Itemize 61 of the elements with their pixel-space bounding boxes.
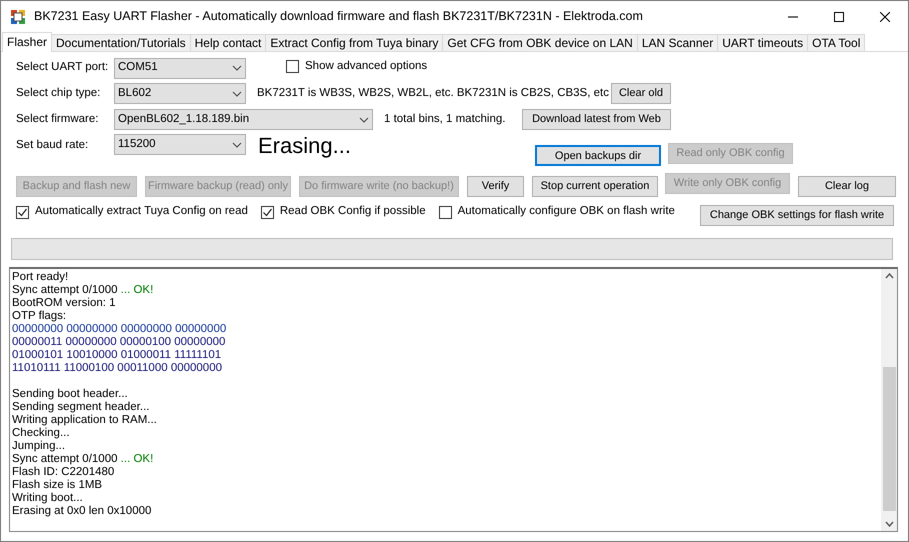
tab[interactable]: Get CFG from OBK device on LAN [442,34,638,51]
log-text: Sync attempt 0/1000 [12,453,118,465]
tab[interactable]: Extract Config from Tuya binary [265,34,444,51]
field-label: Set baud rate: [16,138,90,153]
log-text: 00000011 00000000 00000100 00000000 [12,336,226,348]
field-label: Select chip type: [16,86,102,101]
log-text: BootROM version: 1 [12,297,116,309]
checkbox[interactable] [260,206,274,218]
maximize-icon[interactable] [834,12,844,22]
button[interactable]: Stop current operation [532,176,658,196]
log-text: Sending segment header... [12,401,150,413]
log-text: Erasing at 0x0 len 0x10000 [12,505,152,517]
log-text: ... OK! [120,453,154,465]
dropdown[interactable]: 115200 [114,134,246,155]
log-text: Jumping... [12,440,66,452]
log-text: 11010111 11000100 00011000 00000000 [12,362,222,374]
tab[interactable]: OTA Tool [807,34,866,51]
window-title: BK7231 Easy UART Flasher - Automatically download firmware and flash BK7231T/BK7231N - Elektroda.com [34,8,643,26]
field-label: Select UART port: [16,60,110,76]
tab[interactable]: UART timeouts [717,34,808,51]
log-text: Flash size is 1MB [12,479,102,491]
checkbox-label[interactable]: Read OBK Config if possible [280,203,426,221]
log-text: ... OK! [120,284,154,296]
hint-text: BK7231T is WB3S, WB2S, WB2L, etc. BK7231N is CB2S, CB3S, etc [257,86,609,101]
log-text: Writing boot... [12,492,83,504]
checkbox-label[interactable]: Automatically extract Tuya Config on read [35,203,248,221]
checkbox[interactable] [16,206,29,218]
log-text: OTP flags: [12,310,66,322]
info-text: 1 total bins, 1 matching. [384,112,506,127]
checkmark-icon [17,206,28,218]
tab[interactable]: LAN Scanner [636,34,718,51]
button[interactable]: Change OBK settings for flash write [700,204,894,226]
button[interactable]: Open backups dir [535,145,661,166]
button[interactable]: Download latest from Web [522,109,671,130]
log-text: Checking... [12,427,70,439]
log-text: 00000000 00000000 00000000 00000000 [12,323,226,335]
field-label: Select firmware: [16,112,100,127]
checkbox[interactable] [286,60,299,74]
dropdown[interactable]: COM51 [114,58,246,78]
tab[interactable]: Flasher [2,32,52,52]
dropdown[interactable]: OpenBL602_1.18.189.bin [114,109,373,130]
button[interactable]: Verify [467,176,524,196]
log-text: Writing application to RAM... [12,414,157,426]
dropdown[interactable]: BL602 [114,83,246,104]
checkmark-icon [262,206,273,218]
app-icon [10,8,26,24]
button[interactable]: Clear log [798,176,896,196]
log-text: Flash ID: C2201480 [12,466,114,478]
log-text: Sending boot header... [12,388,128,400]
checkbox-label[interactable]: Automatically configure OBK on flash write [458,203,675,221]
tab[interactable]: Help contact [190,34,266,51]
status-text: Erasing... [258,134,351,158]
tab[interactable]: Documentation/Tutorials [51,34,191,51]
close-icon[interactable] [880,12,890,22]
button[interactable]: Clear old [611,83,671,104]
checkbox[interactable] [438,206,452,218]
scrollbar[interactable] [881,269,897,531]
log-text: Sync attempt 0/1000 [12,284,118,296]
checkbox-label[interactable]: Show advanced options [305,58,428,76]
log-text: Port ready! [12,271,68,283]
log-text: 01000101 10010000 01000011 11111101 [12,349,222,361]
